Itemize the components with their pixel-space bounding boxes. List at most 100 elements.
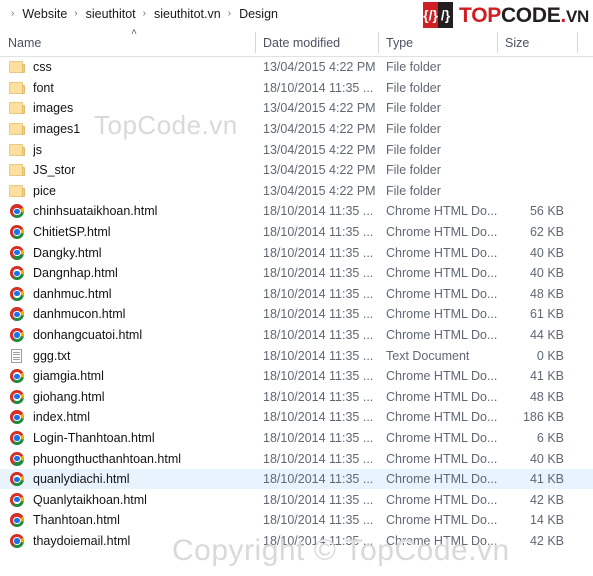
cell-name[interactable]: danhmuc.html — [0, 284, 255, 305]
cell-date-modified: 18/10/2014 11:35 ... — [263, 307, 374, 322]
table-row[interactable]: pice 13/04/2015 4:22 PM File folder — [0, 181, 593, 202]
table-row[interactable]: Dangky.html 18/10/2014 11:35 ... Chrome HT… — [0, 242, 593, 263]
cell-name[interactable]: Dangky.html — [0, 242, 255, 263]
table-row[interactable]: phuongthucthanhtoan.html 18/10/2014 11:35… — [0, 448, 593, 469]
cell-size: 14 KB — [529, 513, 564, 528]
cell-name[interactable]: css — [0, 57, 255, 78]
cell-type: Chrome HTML Do... — [386, 204, 498, 219]
cell-date-modified: 18/10/2014 11:35 ... — [263, 245, 374, 260]
column-header-type[interactable]: Type — [378, 28, 497, 57]
cell-name[interactable]: images — [0, 98, 255, 119]
table-row[interactable]: js 13/04/2015 4:22 PM File folder — [0, 139, 593, 160]
column-divider[interactable] — [577, 32, 578, 53]
column-header-row: Name ˄ Date modified Type Size — [0, 28, 593, 57]
table-row[interactable]: danhmucon.html 18/10/2014 11:35 ... Chrome… — [0, 304, 593, 325]
cell-name[interactable]: index.html — [0, 407, 255, 428]
cell-date-modified: 13/04/2015 4:22 PM — [263, 183, 376, 198]
file-name-label: index.html — [33, 410, 90, 425]
folder-icon — [9, 143, 25, 157]
table-row[interactable]: css 13/04/2015 4:22 PM File folder — [0, 57, 593, 78]
folder-icon — [9, 184, 25, 198]
cell-type: File folder — [386, 163, 441, 178]
cell-type: Chrome HTML Do... — [386, 451, 498, 466]
table-row[interactable]: chinhsuataikhoan.html 18/10/2014 11:35 ..… — [0, 201, 593, 222]
cell-name[interactable]: giamgia.html — [0, 366, 255, 387]
cell-type: File folder — [386, 101, 441, 116]
cell-name[interactable]: js — [0, 139, 255, 160]
cell-type: Text Document — [386, 348, 470, 363]
table-row[interactable]: donhangcuatoi.html 18/10/2014 11:35 ... Ch… — [0, 325, 593, 346]
file-name-label: Login-Thanhtoan.html — [33, 430, 155, 445]
table-row[interactable]: Dangnhap.html 18/10/2014 11:35 ... Chrome … — [0, 263, 593, 284]
cell-date-modified: 18/10/2014 11:35 ... — [263, 410, 374, 425]
cell-name[interactable]: phuongthucthanhtoan.html — [0, 448, 255, 469]
table-row[interactable]: images 13/04/2015 4:22 PM File folder — [0, 98, 593, 119]
cell-name[interactable]: images1 — [0, 119, 255, 140]
table-row[interactable]: thaydoiemail.html 18/10/2014 11:35 ... Chr… — [0, 531, 593, 552]
table-row[interactable]: giohang.html 18/10/2014 11:35 ... Chrome H… — [0, 387, 593, 408]
file-name-label: quanlydiachi.html — [33, 472, 130, 487]
breadcrumb-item-website[interactable]: Website — [20, 6, 69, 22]
file-name-label: Quanlytaikhoan.html — [33, 492, 147, 507]
cell-name[interactable]: Dangnhap.html — [0, 263, 255, 284]
breadcrumb-item-design[interactable]: Design — [237, 6, 280, 22]
breadcrumb-item-sieuthitot-vn[interactable]: sieuthitot.vn — [152, 6, 223, 22]
cell-name[interactable]: ggg.txt — [0, 345, 255, 366]
cell-type: Chrome HTML Do... — [386, 472, 498, 487]
file-name-label: font — [33, 80, 54, 95]
cell-type: Chrome HTML Do... — [386, 266, 498, 281]
table-row[interactable]: danhmuc.html 18/10/2014 11:35 ... Chrome H… — [0, 284, 593, 305]
cell-type: Chrome HTML Do... — [386, 389, 498, 404]
folder-icon — [9, 122, 25, 136]
cell-date-modified: 18/10/2014 11:35 ... — [263, 430, 374, 445]
cell-size: 62 KB — [529, 225, 564, 240]
folder-icon — [9, 101, 25, 115]
column-header-date-modified[interactable]: Date modified — [255, 28, 378, 57]
table-row[interactable]: Thanhtoan.html 18/10/2014 11:35 ... Chrome… — [0, 510, 593, 531]
topcode-logo: {/} /} TOP CODE. VN — [419, 1, 589, 29]
table-row-selected[interactable]: quanlydiachi.html 18/10/2014 11:35 ... Chr… — [0, 468, 593, 490]
breadcrumb-item-sieuthitot[interactable]: sieuthitot — [84, 6, 138, 22]
file-name-label: Dangky.html — [33, 245, 102, 260]
column-header-size[interactable]: Size — [497, 28, 577, 57]
cell-name[interactable]: chinhsuataikhoan.html — [0, 201, 255, 222]
cell-date-modified: 18/10/2014 11:35 ... — [263, 472, 374, 487]
table-row[interactable]: images1 13/04/2015 4:22 PM File folder — [0, 119, 593, 140]
cell-type: Chrome HTML Do... — [386, 307, 498, 322]
cell-date-modified: 18/10/2014 11:35 ... — [263, 369, 374, 384]
cell-name[interactable]: giohang.html — [0, 387, 255, 408]
file-name-label: thaydoiemail.html — [33, 533, 131, 548]
chrome-icon — [9, 204, 25, 219]
cell-name[interactable]: JS_stor — [0, 160, 255, 181]
cell-name[interactable]: Login-Thanhtoan.html — [0, 428, 255, 449]
cell-name[interactable]: donhangcuatoi.html — [0, 325, 255, 346]
logo-text-vn: VN — [565, 6, 589, 26]
cell-name[interactable]: thaydoiemail.html — [0, 531, 255, 552]
table-row[interactable]: font 18/10/2014 11:35 ... File folder — [0, 78, 593, 99]
folder-icon — [9, 163, 25, 177]
table-row[interactable]: JS_stor 13/04/2015 4:22 PM File folder — [0, 160, 593, 181]
cell-name[interactable]: font — [0, 78, 255, 99]
cell-date-modified: 18/10/2014 11:35 ... — [263, 492, 374, 507]
table-row[interactable]: giamgia.html 18/10/2014 11:35 ... Chrome H… — [0, 366, 593, 387]
chrome-icon — [9, 286, 25, 301]
cell-date-modified: 18/10/2014 11:35 ... — [263, 533, 374, 548]
cell-name[interactable]: ChitietSP.html — [0, 222, 255, 243]
cell-name[interactable]: danhmucon.html — [0, 304, 255, 325]
chrome-icon — [9, 492, 25, 507]
table-row[interactable]: index.html 18/10/2014 11:35 ... Chrome HTM… — [0, 407, 593, 428]
table-row[interactable]: ggg.txt 18/10/2014 11:35 ... Text Document… — [0, 345, 593, 366]
table-row[interactable]: Quanlytaikhoan.html 18/10/2014 11:35 ... C… — [0, 489, 593, 510]
table-row[interactable]: ChitietSP.html 18/10/2014 11:35 ... Chrome… — [0, 222, 593, 243]
cell-name[interactable]: Thanhtoan.html — [0, 510, 255, 531]
cell-name[interactable]: quanlydiachi.html — [0, 469, 255, 490]
file-name-label: chinhsuataikhoan.html — [33, 204, 158, 219]
cell-type: Chrome HTML Do... — [386, 369, 498, 384]
breadcrumb-separator-icon: › — [142, 8, 146, 19]
chrome-icon — [9, 225, 25, 240]
cell-type: File folder — [386, 183, 441, 198]
cell-name[interactable]: pice — [0, 181, 255, 202]
table-row[interactable]: Login-Thanhtoan.html 18/10/2014 11:35 ...… — [0, 428, 593, 449]
cell-name[interactable]: Quanlytaikhoan.html — [0, 489, 255, 510]
file-list[interactable]: css 13/04/2015 4:22 PM File folder font 18/1… — [0, 57, 593, 552]
